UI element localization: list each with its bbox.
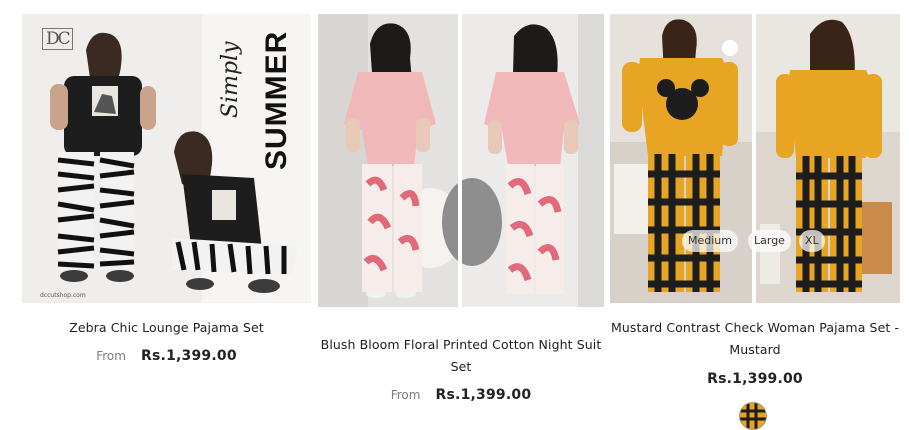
brand-logo: DC [42, 28, 73, 50]
price-row: From Rs.1,399.00 [318, 384, 604, 403]
from-label: From [390, 388, 421, 402]
promo-headline: SUMMER [260, 30, 293, 170]
mustard-photo [610, 14, 900, 303]
product-title[interactable]: Zebra Chic Lounge Pajama Set [22, 317, 311, 339]
from-label: From [96, 349, 126, 363]
product-image-blush[interactable] [318, 14, 604, 307]
product-price: Rs.1,399.00 [141, 348, 237, 364]
blush-photo [318, 14, 604, 307]
product-image-mustard[interactable]: Medium Large XL [610, 14, 900, 303]
swatch-image-icon [740, 403, 766, 429]
size-option-medium[interactable]: Medium [682, 230, 738, 252]
product-image-zebra[interactable]: DC Simply SUMMER dccutshop.com [22, 14, 311, 303]
size-option-xl[interactable]: XL [799, 230, 825, 252]
brand-url: dccutshop.com [40, 292, 86, 299]
product-title[interactable]: Blush Bloom Floral Printed Cotton Night … [318, 334, 604, 378]
product-price: Rs.1,399.00 [435, 387, 532, 403]
price-row: From Rs.1,399.00 [22, 345, 311, 364]
product-price: Rs.1,399.00 [707, 371, 803, 387]
size-option-large[interactable]: Large [748, 230, 791, 252]
product-title[interactable]: Mustard Contrast Check Woman Pajama Set … [610, 317, 900, 361]
price-row: Rs.1,399.00 [610, 368, 900, 387]
color-swatch-mustard[interactable] [739, 402, 767, 430]
promo-script-text: Simply [218, 41, 243, 118]
